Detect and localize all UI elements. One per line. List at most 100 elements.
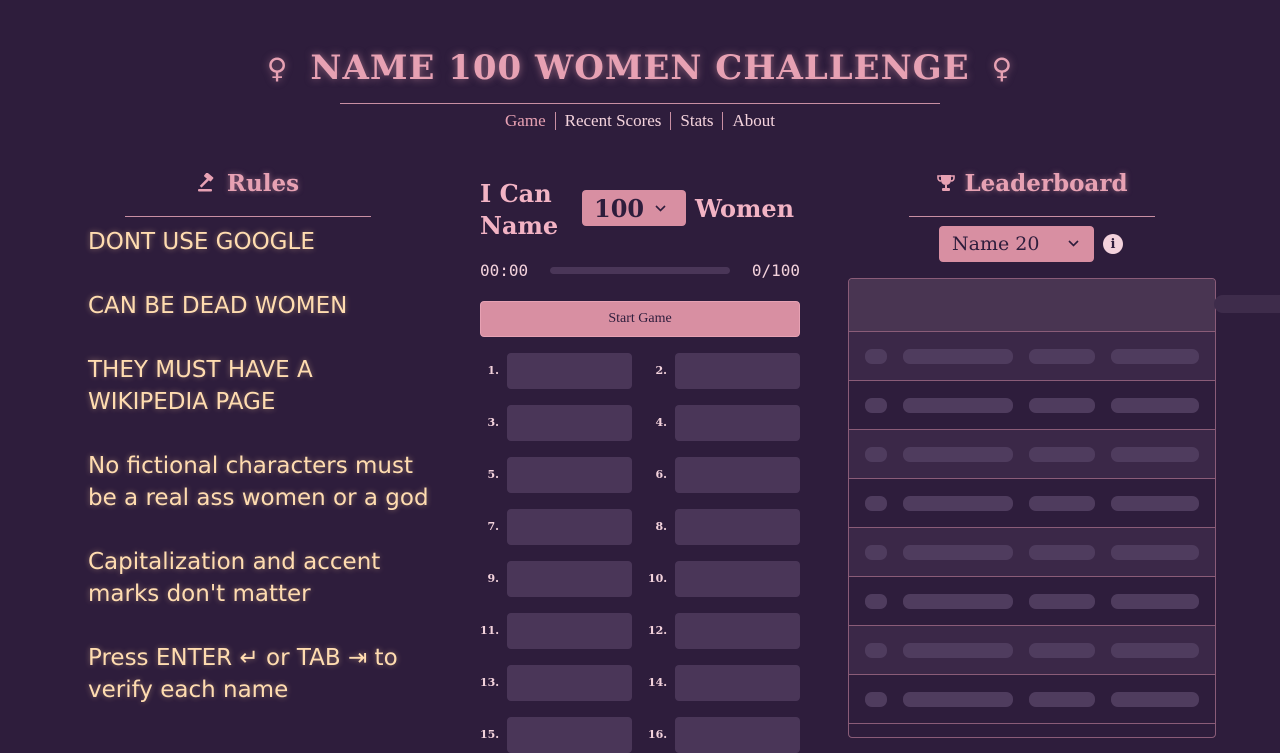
leaderboard-filter-select[interactable]: Name 20	[939, 226, 1094, 262]
skeleton-placeholder	[1111, 643, 1199, 658]
nav-about[interactable]: About	[722, 112, 784, 130]
skeleton-placeholder	[1029, 349, 1095, 364]
skeleton-placeholder	[865, 643, 887, 658]
entry-number: 3.	[487, 416, 499, 429]
name-input[interactable]	[675, 717, 800, 753]
name-input[interactable]	[675, 509, 800, 545]
trophy-icon	[936, 170, 964, 197]
women-count-select[interactable]: 100	[582, 190, 686, 226]
name-entry: 16.	[648, 717, 808, 753]
nav-recent-scores[interactable]: Recent Scores	[554, 112, 671, 130]
site-header: ♀ NAME 100 WOMEN CHALLENGE ♀ Game Recent…	[0, 40, 1280, 130]
leaderboard-row-loading	[849, 430, 1215, 479]
entry-number: 6.	[655, 468, 667, 481]
entry-number: 4.	[655, 416, 667, 429]
nav-stats[interactable]: Stats	[670, 112, 722, 130]
skeleton-placeholder	[1029, 545, 1095, 560]
leaderboard-heading: Leaderboard	[909, 170, 1155, 197]
chevron-down-icon	[655, 201, 666, 215]
name-input[interactable]	[675, 457, 800, 493]
name-input[interactable]	[507, 405, 632, 441]
gavel-icon	[197, 170, 227, 197]
entry-number: 1.	[487, 364, 499, 377]
skeleton-placeholder	[865, 398, 887, 413]
female-symbol-icon: ♀	[991, 51, 1014, 85]
skeleton-placeholder	[903, 496, 1013, 511]
name-entry: 15.	[480, 717, 640, 753]
entry-number: 2.	[655, 364, 667, 377]
name-entry: 6.	[648, 457, 808, 493]
chevron-down-icon	[1068, 237, 1079, 250]
game-suffix: Women	[695, 194, 795, 223]
name-input[interactable]	[675, 405, 800, 441]
name-entry: 8.	[648, 509, 808, 545]
name-entry: 1.	[480, 353, 640, 389]
horizontal-scrollbar[interactable]	[1214, 295, 1280, 313]
name-input[interactable]	[675, 665, 800, 701]
leaderboard-divider	[909, 216, 1155, 217]
skeleton-placeholder	[865, 496, 887, 511]
entry-number: 10.	[648, 572, 668, 585]
skeleton-placeholder	[903, 447, 1013, 462]
name-input[interactable]	[675, 353, 800, 389]
entry-number: 9.	[487, 572, 499, 585]
main-nav: Game Recent Scores Stats About	[0, 112, 1280, 130]
name-input[interactable]	[507, 457, 632, 493]
skeleton-placeholder	[1111, 594, 1199, 609]
title-divider	[340, 103, 940, 104]
name-input[interactable]	[507, 353, 632, 389]
progress-bar	[550, 267, 730, 274]
skeleton-placeholder	[1111, 349, 1199, 364]
name-entry: 7.	[480, 509, 640, 545]
leaderboard-row-loading	[849, 479, 1215, 528]
entry-number: 8.	[655, 520, 667, 533]
score-counter: 0/100	[751, 261, 800, 280]
leaderboard-row-loading	[849, 577, 1215, 626]
rule-item: DONT USE GOOGLE	[88, 229, 315, 255]
skeleton-placeholder	[1029, 398, 1095, 413]
name-input[interactable]	[507, 613, 632, 649]
leaderboard-row-loading	[849, 332, 1215, 381]
skeleton-placeholder	[903, 692, 1013, 707]
entry-number: 14.	[648, 676, 668, 689]
leaderboard-row-loading	[849, 675, 1215, 724]
nav-game[interactable]: Game	[496, 112, 555, 130]
name-entry: 13.	[480, 665, 640, 701]
name-input[interactable]	[675, 613, 800, 649]
skeleton-placeholder	[1111, 692, 1199, 707]
rule-item: THEY MUST HAVE A WIKIPEDIA PAGE	[88, 357, 313, 415]
entry-number: 11.	[480, 624, 500, 637]
skeleton-placeholder	[1111, 398, 1199, 413]
skeleton-placeholder	[1111, 545, 1199, 560]
skeleton-placeholder	[1029, 643, 1095, 658]
rule-item: Press ENTER ↵ or TAB ⇥ to verify each na…	[88, 645, 398, 703]
entry-number: 16.	[648, 728, 668, 741]
name-input[interactable]	[507, 665, 632, 701]
info-icon[interactable]: i	[1103, 234, 1123, 254]
name-input[interactable]	[675, 561, 800, 597]
skeleton-placeholder	[1111, 447, 1199, 462]
rule-item: CAN BE DEAD WOMEN	[88, 293, 348, 319]
entry-number: 7.	[487, 520, 499, 533]
name-input[interactable]	[507, 561, 632, 597]
site-title: ♀ NAME 100 WOMEN CHALLENGE ♀	[0, 40, 1280, 96]
name-input[interactable]	[507, 509, 632, 545]
entry-number: 5.	[487, 468, 499, 481]
leaderboard-row-loading	[849, 626, 1215, 675]
leaderboard-table	[848, 278, 1216, 738]
skeleton-placeholder	[865, 447, 887, 462]
leaderboard-table-header	[849, 279, 1215, 332]
skeleton-placeholder	[903, 643, 1013, 658]
name-input[interactable]	[507, 717, 632, 753]
name-entry: 12.	[648, 613, 808, 649]
skeleton-placeholder	[865, 545, 887, 560]
skeleton-placeholder	[865, 594, 887, 609]
entry-number: 13.	[480, 676, 500, 689]
start-game-button[interactable]: Start Game	[480, 301, 800, 337]
skeleton-placeholder	[903, 545, 1013, 560]
name-entry: 3.	[480, 405, 640, 441]
rules-list: DONT USE GOOGLE CAN BE DEAD WOMEN THEY M…	[88, 226, 438, 738]
title-text: NAME 100 WOMEN CHALLENGE	[310, 48, 970, 88]
game-prefix: I Can Name	[480, 178, 570, 242]
female-symbol-icon: ♀	[266, 51, 289, 85]
